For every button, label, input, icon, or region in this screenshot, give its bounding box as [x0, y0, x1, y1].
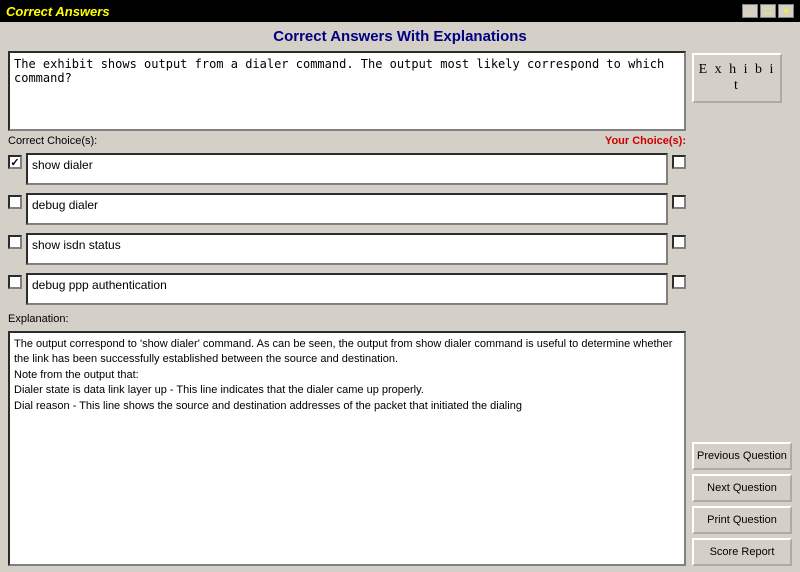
- page-title: Correct Answers With Explanations: [8, 28, 792, 45]
- next-question-button[interactable]: Next Question: [692, 474, 792, 502]
- score-report-button[interactable]: Score Report: [692, 538, 792, 566]
- close-button[interactable]: ×: [778, 4, 794, 18]
- your-checkbox-4[interactable]: [672, 275, 686, 289]
- title-bar: Correct Answers _ □ ×: [0, 0, 800, 22]
- explanation-text: The output correspond to 'show dialer' c…: [8, 331, 686, 566]
- window-controls[interactable]: _ □ ×: [742, 4, 794, 18]
- left-panel: Correct Choice(s): Your Choice(s): show …: [8, 51, 686, 566]
- choice-text-4: debug ppp authentication: [26, 273, 668, 305]
- choices-header: Correct Choice(s): Your Choice(s):: [8, 135, 686, 147]
- correct-choices-label: Correct Choice(s):: [8, 135, 97, 147]
- your-checkbox-2[interactable]: [672, 195, 686, 209]
- question-text[interactable]: [8, 51, 686, 131]
- choice-text-3: show isdn status: [26, 233, 668, 265]
- main-content: Correct Answers With Explanations Correc…: [0, 22, 800, 572]
- content-area: Correct Choice(s): Your Choice(s): show …: [8, 51, 792, 566]
- previous-question-button[interactable]: Previous Question: [692, 442, 792, 470]
- choice-row-4: debug ppp authentication: [8, 273, 686, 305]
- choice-row-2: debug dialer: [8, 193, 686, 225]
- correct-checkbox-1[interactable]: [8, 155, 22, 169]
- print-question-button[interactable]: Print Question: [692, 506, 792, 534]
- choice-row-1: show dialer: [8, 153, 686, 185]
- your-checkbox-3[interactable]: [672, 235, 686, 249]
- choice-row-3: show isdn status: [8, 233, 686, 265]
- choice-text-1: show dialer: [26, 153, 668, 185]
- right-bottom-buttons: Previous Question Next Question Print Qu…: [692, 442, 792, 566]
- explanation-label: Explanation:: [8, 313, 686, 325]
- title-bar-label: Correct Answers: [6, 4, 110, 19]
- minimize-button[interactable]: _: [742, 4, 758, 18]
- your-choices-label: Your Choice(s):: [605, 135, 686, 147]
- maximize-button[interactable]: □: [760, 4, 776, 18]
- correct-checkbox-3[interactable]: [8, 235, 22, 249]
- correct-checkbox-4[interactable]: [8, 275, 22, 289]
- correct-checkbox-2[interactable]: [8, 195, 22, 209]
- right-panel: E x h i b i t Previous Question Next Que…: [692, 51, 792, 566]
- your-checkbox-1[interactable]: [672, 155, 686, 169]
- choice-text-2: debug dialer: [26, 193, 668, 225]
- exhibit-button[interactable]: E x h i b i t: [692, 53, 782, 103]
